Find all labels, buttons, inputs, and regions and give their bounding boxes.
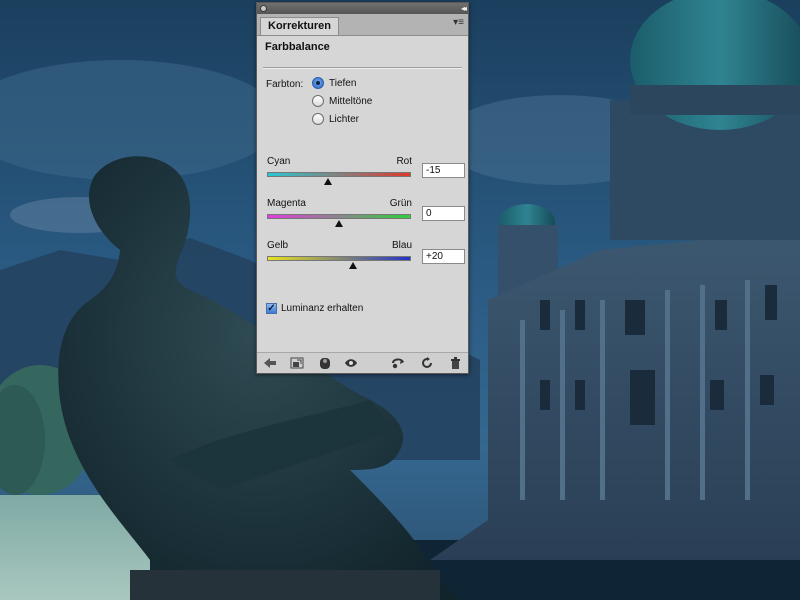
slider-thumb[interactable] xyxy=(335,220,343,227)
close-panel-button[interactable] xyxy=(260,5,267,12)
slider-right-label: Blau xyxy=(391,240,412,251)
radio-tiefen[interactable]: Tiefen xyxy=(312,75,356,91)
panel-footer xyxy=(257,352,468,373)
slider-thumb[interactable] xyxy=(324,178,333,185)
radio-mitteltoene[interactable]: Mitteltöne xyxy=(312,93,372,109)
slider-track[interactable] xyxy=(267,214,411,219)
luminance-label: Luminanz erhalten xyxy=(281,303,364,314)
adjustments-panel: ◂◂ Korrekturen ▾≡ Farbbalance Farbton: T… xyxy=(256,2,469,374)
trash-icon[interactable] xyxy=(447,355,463,371)
slider-right-label: Grün xyxy=(389,198,412,209)
radio-button[interactable] xyxy=(312,95,324,107)
back-arrow-icon[interactable] xyxy=(262,355,278,371)
panel-titlebar[interactable]: ◂◂ xyxy=(257,3,468,14)
radio-label: Tiefen xyxy=(329,77,357,89)
divider xyxy=(263,67,462,69)
slider-thumb[interactable] xyxy=(349,262,358,269)
radio-label: Lichter xyxy=(329,113,360,125)
tone-label: Farbton: xyxy=(266,79,304,90)
radio-button-selected[interactable] xyxy=(312,77,324,89)
slider-right-label: Rot xyxy=(396,156,412,167)
slider-left-label: Cyan xyxy=(267,156,291,167)
slider-left-label: Magenta xyxy=(267,198,306,209)
magenta-gruen-value-input[interactable]: 0 xyxy=(422,206,465,221)
gelb-blau-value-input[interactable]: +20 xyxy=(422,249,465,264)
reset-icon[interactable] xyxy=(419,355,435,371)
radio-lichter[interactable]: Lichter xyxy=(312,111,359,127)
radio-button[interactable] xyxy=(312,113,324,125)
luminance-checkbox-row[interactable]: ✓ Luminanz erhalten xyxy=(266,303,363,314)
slider-left-label: Gelb xyxy=(267,240,289,251)
visibility-eye-icon[interactable] xyxy=(343,355,359,371)
slider-track[interactable] xyxy=(267,172,411,177)
previous-state-icon[interactable] xyxy=(390,355,406,371)
expand-view-icon[interactable] xyxy=(289,355,305,371)
tab-korrekturen[interactable]: Korrekturen xyxy=(260,17,339,35)
clip-to-layer-icon[interactable] xyxy=(317,355,333,371)
tab-row: Korrekturen ▾≡ xyxy=(257,14,468,36)
radio-label: Mitteltöne xyxy=(329,95,373,107)
collapse-panel-icon[interactable]: ◂◂ xyxy=(461,3,467,14)
luminance-checkbox[interactable]: ✓ xyxy=(266,303,277,314)
cyan-rot-value-input[interactable]: -15 xyxy=(422,163,465,178)
panel-menu-icon[interactable]: ▾≡ xyxy=(453,18,464,28)
adjustment-title: Farbbalance xyxy=(265,41,330,53)
slider-track[interactable] xyxy=(267,256,411,261)
